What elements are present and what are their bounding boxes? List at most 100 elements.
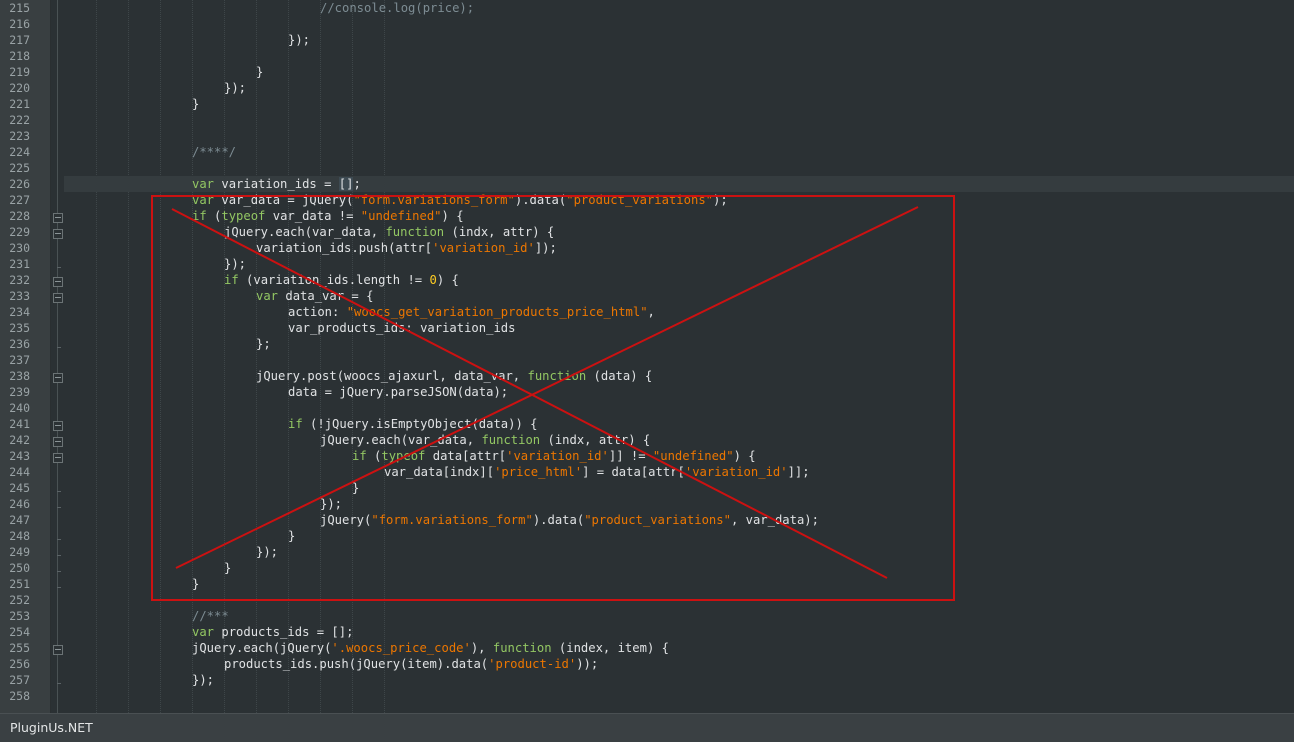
code-line[interactable] xyxy=(64,128,1294,144)
line-number: 233 xyxy=(9,289,30,303)
line-number: 239 xyxy=(9,385,30,399)
code-line[interactable]: var_data[indx]['price_html'] = data[attr… xyxy=(64,464,1294,480)
code-line[interactable]: }); xyxy=(64,80,1294,96)
fold-end-marker xyxy=(57,587,61,588)
code-token: function xyxy=(492,641,552,655)
code-text: }); xyxy=(192,672,214,688)
line-number: 220 xyxy=(9,81,30,95)
code-line[interactable]: jQuery("form.variations_form").data("pro… xyxy=(64,512,1294,528)
code-text: }); xyxy=(320,496,342,512)
code-line[interactable]: var products_ids = []; xyxy=(64,624,1294,640)
code-line[interactable]: //*** xyxy=(64,608,1294,624)
code-token: typeof xyxy=(381,449,426,463)
code-line[interactable]: jQuery.each(jQuery('.woocs_price_code'),… xyxy=(64,640,1294,656)
fold-toggle-icon[interactable] xyxy=(53,213,63,223)
code-line[interactable] xyxy=(64,160,1294,176)
code-line[interactable]: action: "woocs_get_variation_products_pr… xyxy=(64,304,1294,320)
line-number-gutter: 215 216 217 218 219 220 221 222 223 224 225 226 227 2… xyxy=(0,0,51,713)
code-line[interactable] xyxy=(64,592,1294,608)
fold-connector xyxy=(57,0,58,713)
line-number: 234 xyxy=(9,305,30,319)
code-line[interactable]: } xyxy=(64,560,1294,576)
line-number: 258 xyxy=(9,689,30,703)
code-token: /****/ xyxy=(192,145,237,159)
code-line[interactable] xyxy=(64,48,1294,64)
code-line[interactable]: }); xyxy=(64,496,1294,512)
code-line[interactable]: var_products_ids: variation_ids xyxy=(64,320,1294,336)
code-text: var variation_ids = []; xyxy=(192,176,361,192)
code-token: action: xyxy=(288,305,347,319)
line-number: 255 xyxy=(9,641,30,655)
code-text: //*** xyxy=(192,608,229,624)
code-line[interactable]: variation_ids.push(attr['variation_id'])… xyxy=(64,240,1294,256)
fold-toggle-icon[interactable] xyxy=(53,453,63,463)
code-line[interactable]: }); xyxy=(64,544,1294,560)
code-token: ) { xyxy=(436,273,459,287)
code-token: var_data != xyxy=(265,209,361,223)
code-token: data[attr[ xyxy=(425,449,507,463)
code-text: } xyxy=(256,64,263,80)
code-line[interactable]: jQuery.each(var_data, function (indx, at… xyxy=(64,224,1294,240)
fold-toggle-icon[interactable] xyxy=(53,645,63,655)
code-token: ), xyxy=(470,641,493,655)
code-line[interactable]: } xyxy=(64,480,1294,496)
fold-toggle-icon[interactable] xyxy=(53,437,63,447)
code-text: var data_var = { xyxy=(256,288,373,304)
code-token: var xyxy=(256,289,279,303)
code-line[interactable]: var variation_ids = []; xyxy=(64,176,1294,192)
line-number: 231 xyxy=(9,257,30,271)
code-line[interactable]: } xyxy=(64,528,1294,544)
code-line[interactable]: /****/ xyxy=(64,144,1294,160)
code-token: typeof xyxy=(221,209,266,223)
code-line[interactable]: }; xyxy=(64,336,1294,352)
code-line[interactable]: data = jQuery.parseJSON(data); xyxy=(64,384,1294,400)
code-line[interactable]: } xyxy=(64,64,1294,80)
code-text: } xyxy=(192,576,199,592)
fold-toggle-icon[interactable] xyxy=(53,293,63,303)
code-line[interactable] xyxy=(64,352,1294,368)
code-line[interactable]: if (typeof var_data != "undefined") { xyxy=(64,208,1294,224)
fold-toggle-icon[interactable] xyxy=(53,229,63,239)
code-line[interactable]: var var_data = jQuery("form.variations_f… xyxy=(64,192,1294,208)
code-line[interactable]: jQuery.each(var_data, function (indx, at… xyxy=(64,432,1294,448)
line-number: 235 xyxy=(9,321,30,335)
code-token: (indx, attr) { xyxy=(444,225,555,239)
code-token: 'variation_id' xyxy=(432,241,535,255)
code-line[interactable]: }); xyxy=(64,256,1294,272)
fold-toggle-icon[interactable] xyxy=(53,373,63,383)
code-line[interactable]: if (variation_ids.length != 0) { xyxy=(64,272,1294,288)
code-line[interactable] xyxy=(64,400,1294,416)
line-number: 230 xyxy=(9,241,30,255)
code-token: } xyxy=(224,561,232,575)
code-line[interactable] xyxy=(64,112,1294,128)
code-token: [] xyxy=(338,177,354,191)
code-token: 'variation_id' xyxy=(506,449,609,463)
fold-end-marker xyxy=(57,507,61,508)
code-text: }); xyxy=(288,32,310,48)
code-line[interactable] xyxy=(64,688,1294,704)
line-number: 244 xyxy=(9,465,30,479)
code-text: } xyxy=(224,560,231,576)
code-token: if xyxy=(224,273,239,287)
code-editor[interactable]: 215 216 217 218 219 220 221 222 223 224 225 226 227 2… xyxy=(0,0,1294,713)
code-line[interactable]: jQuery.post(woocs_ajaxurl, data_var, fun… xyxy=(64,368,1294,384)
code-line[interactable]: //console.log(price); xyxy=(64,0,1294,16)
code-line[interactable]: } xyxy=(64,576,1294,592)
code-area[interactable]: //console.log(price);});}});} /****/ var v… xyxy=(64,0,1294,713)
code-line[interactable]: products_ids.push(jQuery(item).data('pro… xyxy=(64,656,1294,672)
code-line[interactable]: var data_var = { xyxy=(64,288,1294,304)
code-token: data = jQuery.parseJSON(data); xyxy=(288,385,509,399)
code-token: products_ids = []; xyxy=(214,625,354,639)
line-number: 247 xyxy=(9,513,30,527)
code-line[interactable]: if (typeof data[attr['variation_id']] !=… xyxy=(64,448,1294,464)
code-token: "product_variations" xyxy=(584,513,731,527)
code-text: if (!jQuery.isEmptyObject(data)) { xyxy=(288,416,538,432)
line-number: 245 xyxy=(9,481,30,495)
code-line[interactable]: } xyxy=(64,96,1294,112)
code-line[interactable] xyxy=(64,16,1294,32)
fold-toggle-icon[interactable] xyxy=(53,421,63,431)
code-line[interactable]: }); xyxy=(64,32,1294,48)
code-line[interactable]: }); xyxy=(64,672,1294,688)
code-line[interactable]: if (!jQuery.isEmptyObject(data)) { xyxy=(64,416,1294,432)
fold-toggle-icon[interactable] xyxy=(53,277,63,287)
